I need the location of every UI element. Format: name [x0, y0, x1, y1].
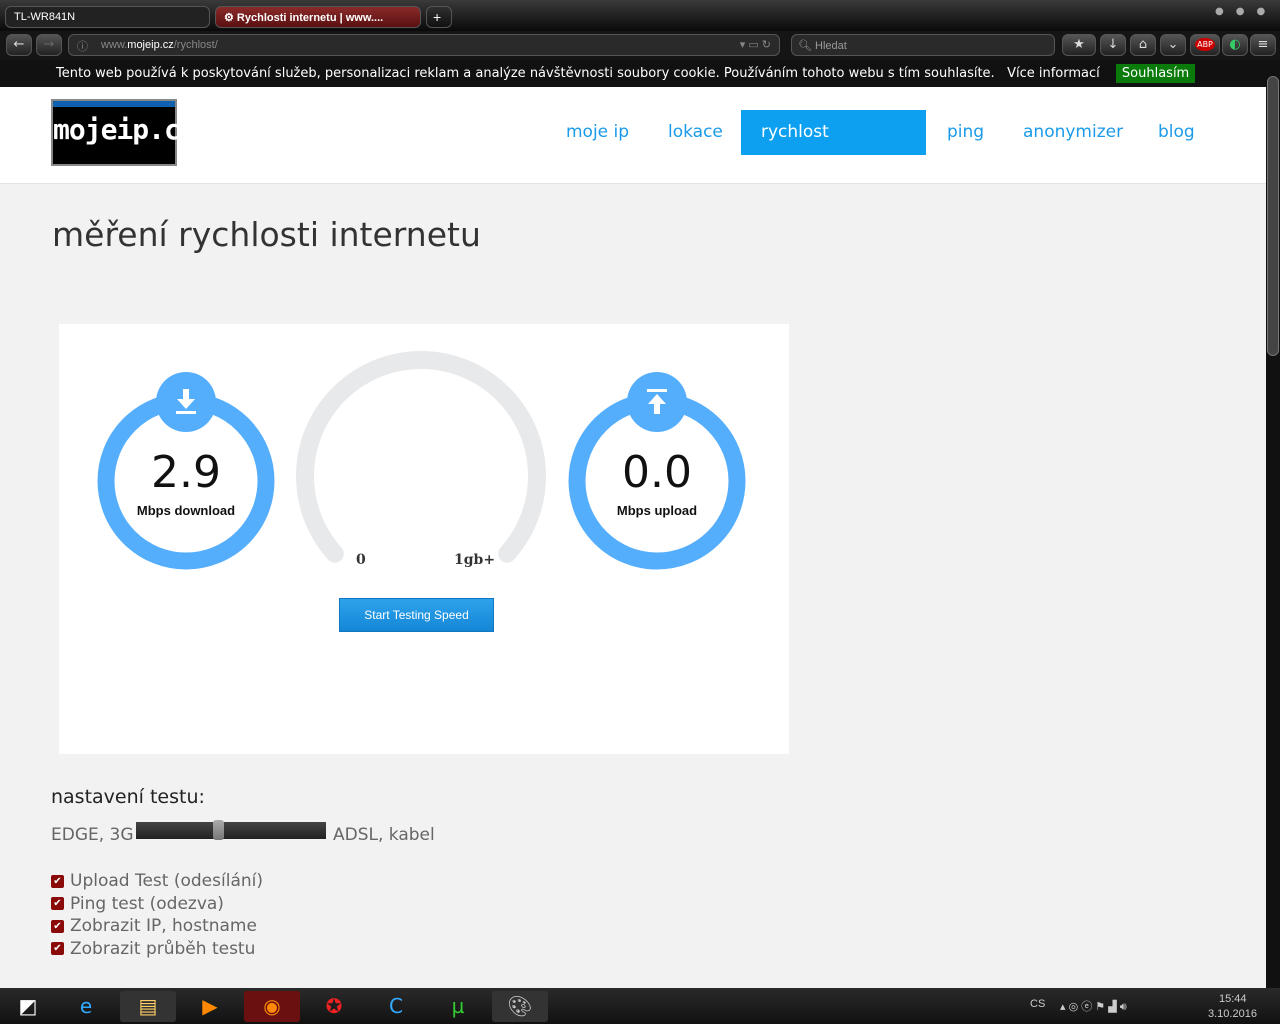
window-controls[interactable]: ●●● — [1215, 6, 1277, 17]
upload-label: Mbps upload — [616, 503, 698, 518]
option-label: Ping test (odezva) — [70, 893, 224, 914]
checkbox-checked-icon[interactable]: ✔ — [51, 874, 64, 888]
scrollbar-thumb[interactable] — [1267, 76, 1279, 356]
nav-anonymizer[interactable]: anonymizer — [1003, 110, 1143, 155]
adblock-icon[interactable]: ABP — [1190, 34, 1220, 56]
search-icon: 🔍︎ — [798, 40, 816, 52]
cookie-more-link[interactable]: Více informací — [1007, 66, 1100, 81]
media-player-icon[interactable]: ▶ — [182, 991, 238, 1022]
game-icon[interactable]: ✪ — [306, 991, 362, 1022]
slider-min-label: EDGE, 3G — [51, 825, 134, 845]
start-menu-icon[interactable]: ◩ — [0, 991, 56, 1022]
settings-options: ✔ Upload Test (odesílání) ✔ Ping test (ode… — [51, 870, 263, 960]
speed-graphics — [97, 351, 746, 570]
gauge-track — [296, 351, 546, 563]
paint-icon[interactable]: 🎨︎ — [492, 991, 548, 1022]
start-testing-button[interactable]: Start Testing Speed — [339, 598, 494, 632]
option-label: Zobrazit IP, hostname — [70, 916, 257, 937]
option-upload-test[interactable]: ✔ Upload Test (odesílání) — [51, 870, 263, 893]
download-value: 2.9 — [151, 447, 221, 498]
language-indicator[interactable]: CS — [1030, 998, 1045, 1010]
menu-icon[interactable]: ≡ — [1250, 34, 1276, 56]
nav-ping[interactable]: ping — [927, 110, 1004, 155]
download-label: Mbps download — [136, 503, 236, 518]
settings-title: nastavení testu: — [51, 786, 205, 808]
star-icon[interactable]: ★ — [1062, 34, 1096, 56]
slider-handle[interactable] — [212, 820, 224, 840]
file-explorer-icon[interactable]: ▤ — [120, 991, 176, 1022]
clock-time[interactable]: 15:44 — [1219, 993, 1247, 1005]
clock-date[interactable]: 3.10.2016 — [1208, 1008, 1257, 1020]
taskbar: ◩ e ▤ ▶ ◉ ✪ C µ 🎨︎ CS ▴ ◎ ⓔ ⚑ ▟ 🔊︎ 15:44… — [0, 988, 1280, 1024]
checkbox-checked-icon[interactable]: ✔ — [51, 919, 64, 933]
search-input[interactable]: 🔍︎ Hledat — [791, 34, 1055, 56]
slider-max-label: ADSL, kabel — [333, 825, 435, 845]
download-icon[interactable]: ↓ — [1100, 34, 1126, 56]
abp-label: ABP — [1195, 38, 1215, 51]
gauge-max-label: 1gb+ — [454, 552, 496, 568]
tray-icons[interactable]: ▴ ◎ ⓔ ⚑ ▟ 🔊︎ — [1060, 998, 1127, 1014]
option-ping-test[interactable]: ✔ Ping test (odezva) — [51, 893, 263, 916]
checkbox-checked-icon[interactable]: ✔ — [51, 897, 64, 911]
nav-blog[interactable]: blog — [1138, 110, 1215, 155]
search-placeholder: Hledat — [815, 40, 847, 52]
pocket-icon[interactable]: ⌄ — [1160, 34, 1186, 56]
option-show-progress[interactable]: ✔ Zobrazit průběh testu — [51, 938, 263, 961]
extension-icon[interactable]: ◐ — [1222, 34, 1248, 56]
home-icon[interactable]: ⌂ — [1130, 34, 1156, 56]
connection-type-slider[interactable] — [136, 820, 326, 840]
option-label: Zobrazit průběh testu — [70, 938, 256, 959]
checkbox-checked-icon[interactable]: ✔ — [51, 942, 64, 956]
cookie-accept-button[interactable]: Souhlasím — [1115, 64, 1196, 83]
firefox-icon[interactable]: ◉ — [244, 991, 300, 1022]
upload-value: 0.0 — [622, 447, 692, 498]
gauge-min-label: 0 — [356, 552, 366, 568]
option-label: Upload Test (odesílání) — [70, 871, 263, 892]
option-show-ip[interactable]: ✔ Zobrazit IP, hostname — [51, 915, 263, 938]
internet-explorer-icon[interactable]: e — [58, 991, 114, 1022]
ccleaner-icon[interactable]: C — [368, 991, 424, 1022]
utorrent-icon[interactable]: µ — [430, 991, 486, 1022]
